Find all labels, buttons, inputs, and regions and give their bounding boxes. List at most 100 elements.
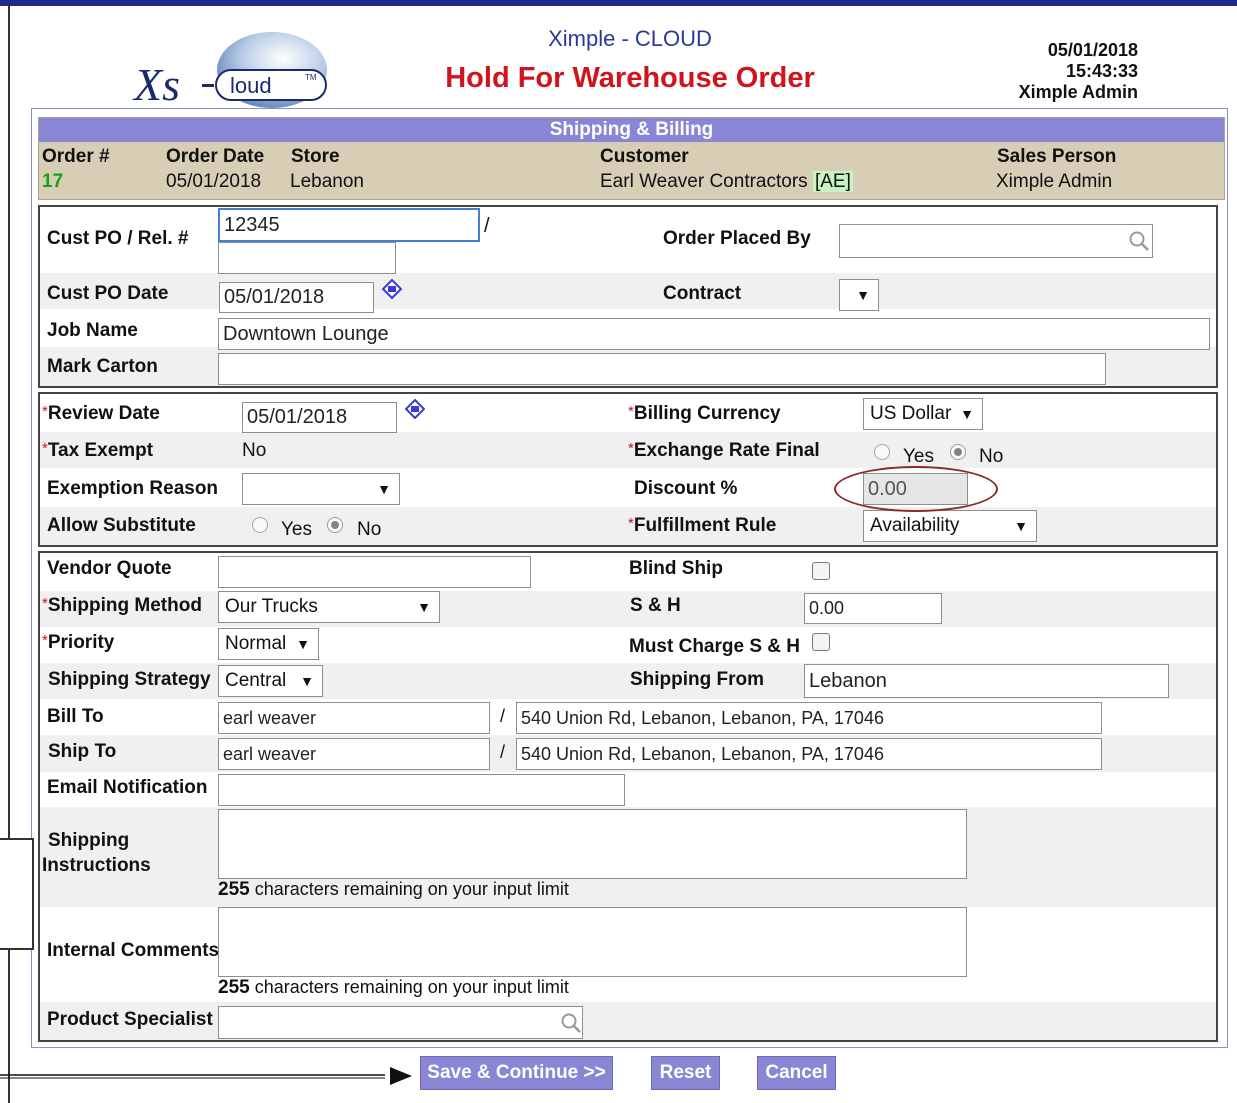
bill-to-name-input[interactable] xyxy=(218,702,490,734)
job-name-input[interactable] xyxy=(218,318,1210,350)
ship-to-name-input[interactable] xyxy=(218,738,490,770)
blind-ship-label: Blind Ship xyxy=(629,558,723,579)
row-band xyxy=(40,1002,1216,1040)
bill-to-address-input[interactable] xyxy=(516,702,1102,734)
vendor-quote-input[interactable] xyxy=(218,556,531,588)
mark-carton-label: Mark Carton xyxy=(47,356,158,377)
ship-to-label: Ship To xyxy=(48,741,117,762)
sales-person-label: Sales Person xyxy=(997,146,1117,167)
svg-text:loud: loud xyxy=(230,73,272,98)
blind-ship-checkbox[interactable] xyxy=(812,562,830,580)
priority-select[interactable]: Normal ▼ xyxy=(218,628,319,660)
customer-label: Customer xyxy=(600,146,689,167)
chevron-down-icon: ▼ xyxy=(1014,518,1028,534)
product-specialist-input[interactable] xyxy=(218,1006,583,1039)
order-summary: Shipping & Billing Order # 17 Order Date… xyxy=(38,117,1225,200)
bill-to-separator: / xyxy=(500,706,506,726)
internal-comments-textarea[interactable] xyxy=(218,907,967,977)
vendor-quote-label: Vendor Quote xyxy=(47,558,172,579)
billing-currency-select[interactable]: US Dollar ▼ xyxy=(863,398,983,430)
shipping-from-input[interactable] xyxy=(804,664,1169,698)
search-icon[interactable] xyxy=(1128,230,1150,252)
exchange-rate-no-label: No xyxy=(979,446,1004,467)
search-icon[interactable] xyxy=(560,1012,582,1034)
shipping-instructions-counter: 255 characters remaining on your input l… xyxy=(218,879,569,901)
chevron-down-icon: ▼ xyxy=(296,636,310,652)
contract-label: Contract xyxy=(663,283,742,304)
save-continue-button[interactable]: Save & Continue >> xyxy=(420,1056,613,1090)
priority-label: *Priority xyxy=(42,632,114,654)
cust-po-input[interactable] xyxy=(218,208,480,242)
allow-substitute-yes-radio[interactable] xyxy=(252,517,268,533)
customer-value: Earl Weaver Contractors [AE] xyxy=(600,171,853,193)
shipping-strategy-select[interactable]: Central ▼ xyxy=(218,665,323,697)
internal-comments-counter: 255 characters remaining on your input l… xyxy=(218,977,569,999)
shipping-panel: Vendor Quote Blind Ship *Shipping Method… xyxy=(38,551,1218,1042)
shipping-method-label: *Shipping Method xyxy=(42,595,202,617)
store-value: Lebanon xyxy=(290,171,364,192)
ship-to-address-input[interactable] xyxy=(516,738,1102,770)
shipping-instructions-label-2: Instructions xyxy=(42,855,151,876)
exemption-reason-select[interactable]: ▼ xyxy=(242,473,400,505)
job-name-label: Job Name xyxy=(47,320,138,341)
order-date-label: Order Date xyxy=(166,146,265,167)
contract-select[interactable]: ▼ xyxy=(839,279,879,311)
order-date-value: 05/01/2018 xyxy=(166,171,262,192)
calendar-icon[interactable] xyxy=(382,279,402,299)
shipping-instructions-textarea[interactable] xyxy=(218,809,967,879)
tax-exempt-text: Tax Exempt xyxy=(47,440,154,461)
exemption-reason-label: Exemption Reason xyxy=(47,478,219,499)
calendar-icon[interactable] xyxy=(405,399,425,419)
customer-name: Earl Weaver Contractors xyxy=(600,171,808,192)
review-date-input[interactable] xyxy=(242,402,397,433)
bill-to-label: Bill To xyxy=(47,706,104,727)
exchange-rate-yes-radio[interactable] xyxy=(874,444,890,460)
exchange-rate-no-radio[interactable] xyxy=(950,444,966,460)
priority-value: Normal xyxy=(225,633,287,654)
shipping-strategy-value: Central xyxy=(225,670,287,691)
billing-panel: *Review Date *Billing Currency US Dollar… xyxy=(38,392,1218,547)
svg-text:TM: TM xyxy=(305,73,317,82)
chevron-down-icon: ▼ xyxy=(377,481,391,497)
email-notification-input[interactable] xyxy=(218,774,625,806)
shipping-method-select[interactable]: Our Trucks ▼ xyxy=(218,591,440,623)
po-separator: / xyxy=(484,215,490,237)
allow-substitute-no-radio[interactable] xyxy=(327,517,343,533)
tax-exempt-label: *Tax Exempt xyxy=(42,440,153,462)
review-date-text: Review Date xyxy=(47,403,160,424)
cust-po-date-label: Cust PO Date xyxy=(47,283,169,304)
cust-po-date-input[interactable] xyxy=(219,282,374,313)
remaining-text: characters remaining on your input limit xyxy=(254,879,569,899)
discount-label: Discount % xyxy=(634,478,738,499)
chevron-down-icon: ▼ xyxy=(417,599,431,615)
xs-cloud-logo: Xs loud TM xyxy=(132,30,332,110)
allow-substitute-no-label: No xyxy=(357,519,382,540)
must-charge-checkbox[interactable] xyxy=(812,633,830,651)
fulfillment-rule-text: Fulfillment Rule xyxy=(633,515,777,536)
section-title: Shipping & Billing xyxy=(39,118,1224,142)
ship-to-separator: / xyxy=(500,742,506,762)
reset-button[interactable]: Reset xyxy=(651,1056,720,1090)
fulfillment-rule-select[interactable]: Availability ▼ xyxy=(863,510,1037,542)
exchange-rate-text: Exchange Rate Final xyxy=(633,440,820,461)
mark-carton-input[interactable] xyxy=(218,353,1106,385)
customer-code: [AE] xyxy=(812,171,853,192)
session-user: Ximple Admin xyxy=(1018,82,1138,102)
chevron-down-icon: ▼ xyxy=(960,406,974,422)
sh-input[interactable] xyxy=(804,593,942,624)
exchange-rate-yes-label: Yes xyxy=(903,446,934,467)
internal-comments-label: Internal Comments xyxy=(47,940,220,961)
rel-number-input[interactable] xyxy=(218,242,396,274)
order-number-value: 17 xyxy=(42,171,64,192)
shipping-instructions-label-1: Shipping xyxy=(48,830,130,851)
order-placed-by-input[interactable] xyxy=(839,224,1153,258)
cancel-button[interactable]: Cancel xyxy=(757,1056,836,1090)
fulfillment-rule-label: *Fulfillment Rule xyxy=(628,515,776,537)
arrow-head-icon xyxy=(390,1067,412,1085)
chevron-down-icon: ▼ xyxy=(300,673,314,689)
app-title: Ximple - CLOUD xyxy=(548,26,712,51)
top-border xyxy=(0,0,1237,6)
remaining-text: characters remaining on your input limit xyxy=(254,977,569,997)
fulfillment-rule-value: Availability xyxy=(870,515,960,536)
highlight-ellipse xyxy=(834,466,998,512)
